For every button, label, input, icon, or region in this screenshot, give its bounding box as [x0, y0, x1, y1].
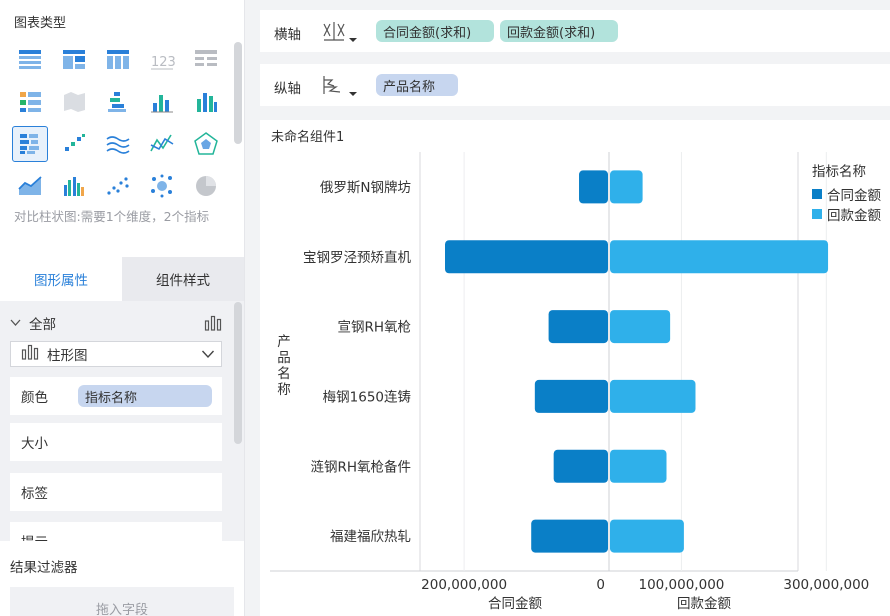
column-chart-icon[interactable] [204, 315, 222, 335]
tab-graphic-properties[interactable]: 图形属性 [0, 257, 122, 301]
vertical-field-pill-product[interactable]: 产品名称 [376, 74, 458, 96]
column-chart-icon[interactable] [188, 84, 224, 120]
property-area: 全部 柱形图 颜色 指标名称 大小 标签 提示 [0, 301, 244, 541]
tab-component-style[interactable]: 组件样式 [122, 257, 244, 301]
chart-legend: 指标名称 合同金额 回款金额 [812, 160, 881, 224]
kpi-number-icon[interactable]: 123 [144, 42, 180, 78]
legend-item-payment[interactable]: 回款金额 [812, 204, 881, 224]
all-label: 全部 [29, 317, 56, 333]
color-field-pill[interactable]: 指标名称 [78, 385, 212, 407]
multi-line-icon[interactable] [100, 126, 136, 162]
line-area-icon[interactable] [144, 126, 180, 162]
bar-payment[interactable] [610, 519, 684, 553]
svg-text:123: 123 [151, 55, 175, 70]
y-axis-title: 产品名称 [277, 334, 291, 398]
legend-item-contract[interactable]: 合同金额 [812, 184, 881, 204]
category-label: 涟钢RH氧枪备件 [310, 458, 411, 475]
chart-type-select-value: 柱形图 [47, 348, 88, 364]
bar-contract[interactable] [534, 379, 608, 413]
legend-swatch-contract [812, 189, 822, 199]
bar-contract[interactable] [548, 310, 608, 344]
size-label: 大小 [21, 436, 48, 452]
bar-payment[interactable] [610, 170, 643, 204]
vertical-axis-row: 纵轴 产品名称 [260, 64, 890, 106]
table-icon[interactable] [12, 42, 48, 78]
chart-types-scrollbar[interactable] [234, 42, 242, 144]
detail-table-icon[interactable] [188, 42, 224, 78]
bar-contract[interactable] [531, 519, 608, 553]
category-label: 宣钢RH氧枪 [337, 319, 411, 336]
bar-payment[interactable] [610, 310, 671, 344]
bar-contract[interactable] [553, 449, 608, 483]
stacked-bar-icon[interactable] [100, 84, 136, 120]
x-tick-label-right: 300,000,000 [783, 577, 869, 593]
category-label: 福建福欣热轧 [330, 529, 411, 545]
label-label: 标签 [21, 486, 48, 502]
x-tick-label-right: 100,000,000 [638, 577, 724, 593]
label-property[interactable]: 标签 [10, 473, 222, 511]
chart-type-description: 对比柱状图:需要1个维度，2个指标 [14, 209, 210, 224]
map-icon[interactable] [56, 84, 92, 120]
chart-types-title: 图表类型 [14, 16, 67, 31]
chart-type-select[interactable]: 柱形图 [10, 341, 222, 367]
all-section-header[interactable]: 全部 [10, 313, 222, 333]
bar-payment[interactable] [610, 449, 667, 483]
x-axis-title-left: 合同金额 [488, 596, 542, 612]
grouped-column-icon[interactable] [56, 168, 92, 204]
bar-chart-icon[interactable] [144, 84, 180, 120]
vertical-axis-label: 纵轴 [274, 81, 301, 97]
area-chart-icon[interactable] [12, 168, 48, 204]
chart-widget: 产品名称 俄罗斯N钢牌坊宝钢罗泾预矫直机宣钢RH氧枪梅钢1650连铸涟钢RH氧枪… [260, 120, 890, 616]
left-panel: 图表类型 123 对比柱状图:需要1个维度，2个指标 图形属性 组件样式 全部 … [0, 0, 245, 616]
horizontal-axis-row: 横轴 合同金额(求和) 回款金额(求和) [260, 10, 890, 52]
properties-scrollbar[interactable] [234, 302, 242, 444]
property-tabs: 图形属性 组件样式 [0, 257, 244, 301]
x-tick-label-left: 0 [596, 577, 605, 593]
color-label: 颜色 [21, 390, 48, 406]
size-property[interactable]: 大小 [10, 423, 222, 461]
column-chart-icon [21, 344, 39, 364]
legend-title: 指标名称 [812, 164, 866, 180]
legend-swatch-payment [812, 209, 822, 219]
legend-label-payment: 回款金额 [827, 208, 881, 224]
comparison-bar-icon[interactable] [12, 126, 48, 162]
axis-mode-dropdown[interactable] [322, 74, 360, 102]
category-label: 梅钢1650连铸 [323, 389, 411, 405]
legend-label-contract: 合同金额 [827, 188, 881, 204]
range-bar-icon[interactable] [56, 126, 92, 162]
horizontal-field-pill-contract[interactable]: 合同金额(求和) [376, 20, 494, 42]
bar-contract[interactable] [579, 170, 608, 204]
grouped-table-icon[interactable] [56, 42, 92, 78]
pie-chart-icon[interactable] [188, 168, 224, 204]
horizontal-field-pill-payment[interactable]: 回款金额(求和) [500, 20, 618, 42]
chevron-down-icon[interactable] [10, 317, 21, 330]
bubble-icon[interactable] [144, 168, 180, 204]
category-label: 宝钢罗泾预矫直机 [303, 250, 411, 266]
scatter-icon[interactable] [100, 168, 136, 204]
x-axis-title-right: 回款金额 [677, 596, 731, 612]
radar-icon[interactable] [188, 126, 224, 162]
cross-table-icon[interactable] [100, 42, 136, 78]
widget-title: 未命名组件1 [271, 130, 345, 145]
category-label: 俄罗斯N钢牌坊 [320, 179, 411, 196]
filter-drop-zone[interactable]: 拖入字段 [10, 587, 234, 616]
color-property[interactable]: 颜色 指标名称 [10, 377, 222, 415]
filter-drop-hint: 拖入字段 [95, 603, 148, 616]
tooltip-label: 提示 [21, 531, 48, 541]
bar-contract[interactable] [445, 240, 608, 274]
bar-payment[interactable] [610, 379, 696, 413]
chevron-down-icon [201, 347, 215, 365]
axis-mode-dropdown[interactable] [322, 20, 360, 48]
tooltip-property[interactable]: 提示 [10, 522, 222, 541]
result-filter-area: 结果过滤器 拖入字段 [0, 541, 244, 616]
x-tick-label-left: 200,000,000 [421, 577, 507, 593]
result-filter-title: 结果过滤器 [10, 560, 78, 576]
horizontal-axis-label: 横轴 [274, 27, 301, 43]
bar-payment[interactable] [610, 240, 829, 274]
filter-table-icon[interactable] [12, 84, 48, 120]
comparison-bar-chart: 产品名称 俄罗斯N钢牌坊宝钢罗泾预矫直机宣钢RH氧枪梅钢1650连铸涟钢RH氧枪… [270, 152, 869, 612]
